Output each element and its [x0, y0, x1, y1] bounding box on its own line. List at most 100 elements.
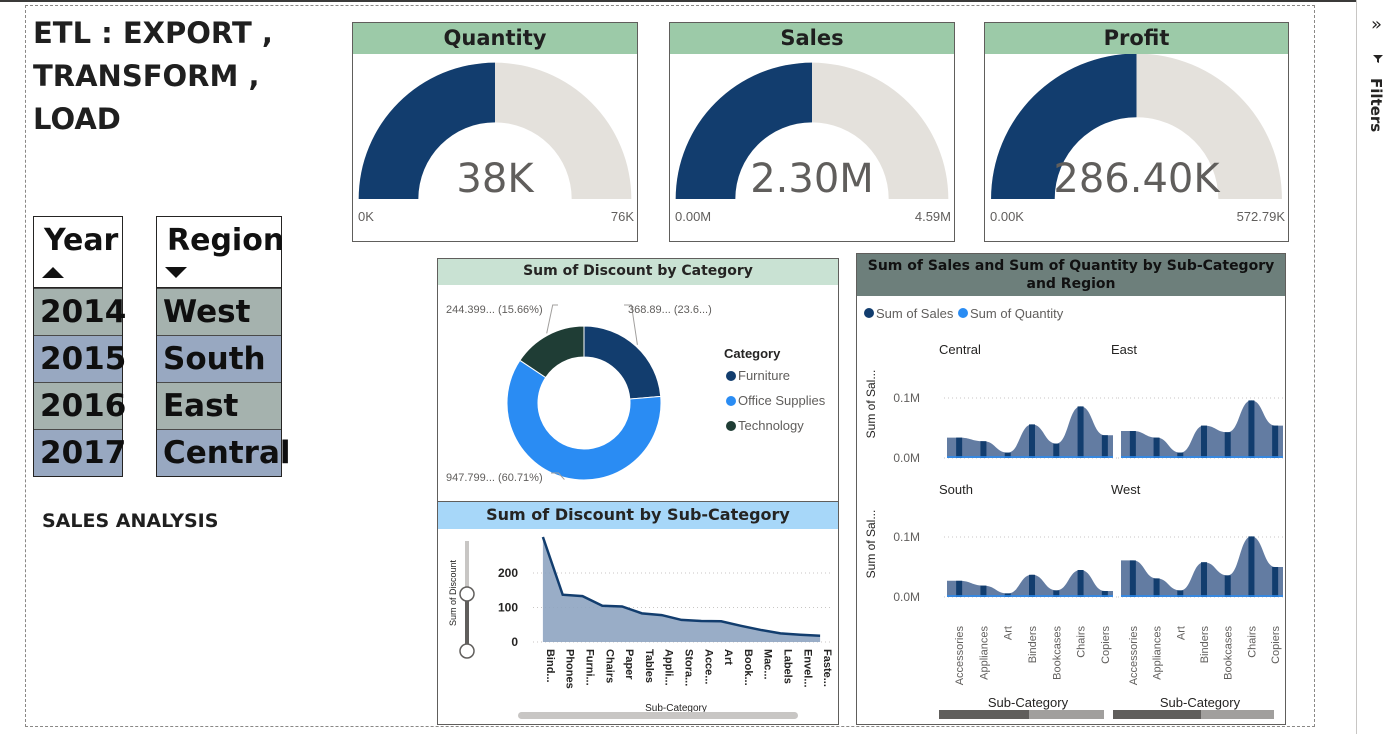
slicer-item-year[interactable]: 2016: [34, 382, 126, 429]
year-slicer[interactable]: Year 2014 2015 2016 2017: [33, 216, 126, 477]
x-tick-label: Copiers: [1270, 626, 1282, 664]
slicer-item-region[interactable]: South: [157, 335, 281, 382]
chart-title: Sum of Sales and Sum of Quantity by Sub-…: [857, 254, 1285, 296]
x-tick-label: Accessories: [1128, 626, 1140, 686]
x-tick-label: Appli...: [663, 649, 675, 686]
year-slicer-header[interactable]: Year: [34, 217, 122, 288]
y-axis-title: Sum of Sal...: [864, 370, 878, 439]
horizontal-scrollbar[interactable]: [518, 712, 798, 719]
gauge: 2.30M 0.00M 4.59M: [675, 62, 951, 224]
gauge-max-label: 572.79K: [1237, 209, 1286, 224]
x-tick-label: Book...: [742, 649, 754, 686]
sales-bar[interactable]: [1101, 435, 1108, 458]
donut-slice[interactable]: [583, 325, 662, 400]
sales-bar[interactable]: [1153, 578, 1160, 597]
region-slicer-title: Region: [167, 223, 285, 258]
donut-data-label: 368.89... (23.6...): [628, 304, 712, 316]
x-tick-label: Chairs: [1246, 626, 1258, 658]
sales-bar[interactable]: [1248, 536, 1255, 597]
x-axis-title: Sub-Category: [988, 695, 1069, 710]
slicer-item-year[interactable]: 2014: [34, 288, 126, 335]
gauge: 38K 0K 76K: [358, 62, 634, 224]
x-tick-label: Bookcases: [1223, 626, 1235, 680]
legend-marker: [726, 421, 736, 431]
x-tick-label: Stora...: [683, 649, 695, 686]
chart-title: Sum of Discount by Sub-Category: [438, 502, 838, 529]
quantity-gauge-card[interactable]: Quantity 38K 0K 76K: [352, 22, 638, 242]
slicer-item-region[interactable]: East: [157, 382, 281, 429]
x-tick-label: Art: [722, 649, 734, 665]
sales-bar[interactable]: [1029, 574, 1035, 597]
sales-bar[interactable]: [1129, 560, 1136, 597]
sales-bar[interactable]: [1201, 425, 1207, 458]
report-subtitle: SALES ANALYSIS: [42, 510, 219, 532]
legend-item-label: Office Supplies: [738, 393, 826, 408]
axis-scroll-segment[interactable]: [939, 710, 1029, 719]
sales-bar[interactable]: [1077, 406, 1084, 458]
discount-by-category-chart[interactable]: Sum of Discount by Category 368.89... (2…: [437, 258, 839, 502]
filters-label[interactable]: Filters: [1367, 78, 1385, 132]
x-tick-label: Appliances: [1152, 626, 1164, 680]
legend-marker: [726, 371, 736, 381]
x-tick-label: Art: [1175, 626, 1187, 640]
y-axis-title: Sum of Sal...: [864, 510, 878, 579]
donut-data-label: 244.399... (15.66%): [446, 304, 543, 316]
sales-bar[interactable]: [1272, 425, 1279, 458]
sales-bar[interactable]: [1224, 575, 1231, 597]
sales-bar[interactable]: [1248, 400, 1255, 458]
sales-bar[interactable]: [1201, 562, 1207, 597]
sales-bar[interactable]: [1053, 443, 1060, 458]
gauge-min-label: 0K: [358, 209, 374, 224]
discount-by-subcategory-chart[interactable]: Sum of Discount by Sub-Category 0 100 200 B…: [437, 501, 839, 725]
donut-data-label: 947.799... (60.71%): [446, 472, 543, 484]
x-tick-label: Chairs: [603, 649, 615, 683]
legend-item-label: Technology: [738, 418, 804, 433]
panel-title: East: [1111, 342, 1137, 357]
gauge: 286.40K 0.00K 572.79K: [990, 54, 1286, 224]
slicer-item-year[interactable]: 2017: [34, 429, 126, 476]
region-slicer-header[interactable]: Region: [157, 217, 285, 288]
zoom-slider-handle[interactable]: [459, 643, 475, 659]
slicer-item-region[interactable]: West: [157, 288, 281, 335]
funnel-icon: [1373, 55, 1383, 63]
sales-quantity-by-region-chart[interactable]: Sum of Sales and Sum of Quantity by Sub-…: [856, 253, 1286, 725]
sales-bar[interactable]: [1129, 431, 1136, 458]
x-tick-label: Appliances: [978, 626, 990, 680]
panel-title: West: [1111, 482, 1141, 497]
sort-descending-icon[interactable]: [165, 267, 187, 278]
subcategory-plot: 0 100 200 Bind... Phones Furni... Chairs Paper T…: [448, 536, 833, 714]
region-slicer[interactable]: Region West South East Central: [156, 216, 291, 477]
gauge-value-label: 38K: [456, 156, 535, 202]
sales-bar[interactable]: [956, 580, 963, 597]
slicer-item-region[interactable]: Central: [157, 429, 291, 476]
x-tick-label: Bind...: [544, 649, 556, 683]
filters-pane[interactable]: » Filters: [1356, 0, 1398, 734]
axis-scroll-segment[interactable]: [1113, 710, 1201, 719]
gauge-max-label: 4.59M: [915, 209, 951, 224]
sales-bar[interactable]: [980, 441, 987, 458]
slicer-item-year[interactable]: 2015: [34, 335, 126, 382]
sales-bar[interactable]: [1077, 570, 1084, 597]
sales-bar[interactable]: [956, 437, 963, 458]
sales-bar[interactable]: [1153, 437, 1160, 458]
axis-scroll-segment[interactable]: [1201, 710, 1274, 719]
sales-gauge-card[interactable]: Sales 2.30M 0.00M 4.59M: [669, 22, 955, 242]
legend-marker: [864, 308, 874, 318]
sales-bar[interactable]: [1272, 567, 1279, 597]
sales-bar[interactable]: [1224, 432, 1231, 458]
profit-gauge-card[interactable]: Profit 286.40K 0.00K 572.79K: [984, 22, 1289, 242]
zoom-slider-handle[interactable]: [459, 586, 475, 602]
panel-title: South: [939, 482, 973, 497]
x-tick-label: Labels: [782, 649, 794, 684]
chart-title: Sum of Discount by Category: [438, 259, 838, 285]
y-tick-label: 200: [498, 566, 518, 580]
top-border: [0, 0, 1398, 2]
report-title: ETL : EXPORT , TRANSFORM , LOAD: [33, 16, 273, 136]
legend-title: Category: [724, 346, 781, 361]
sales-bar[interactable]: [1029, 424, 1035, 458]
axis-scroll-segment[interactable]: [1029, 710, 1104, 719]
donut-plot: 368.89... (23.6...) 947.799... (60.71%) 24…: [446, 304, 826, 484]
chevron-double-right-icon[interactable]: »: [1371, 14, 1382, 35]
sort-ascending-icon[interactable]: [42, 267, 64, 278]
y-tick-label: 0: [511, 635, 518, 649]
